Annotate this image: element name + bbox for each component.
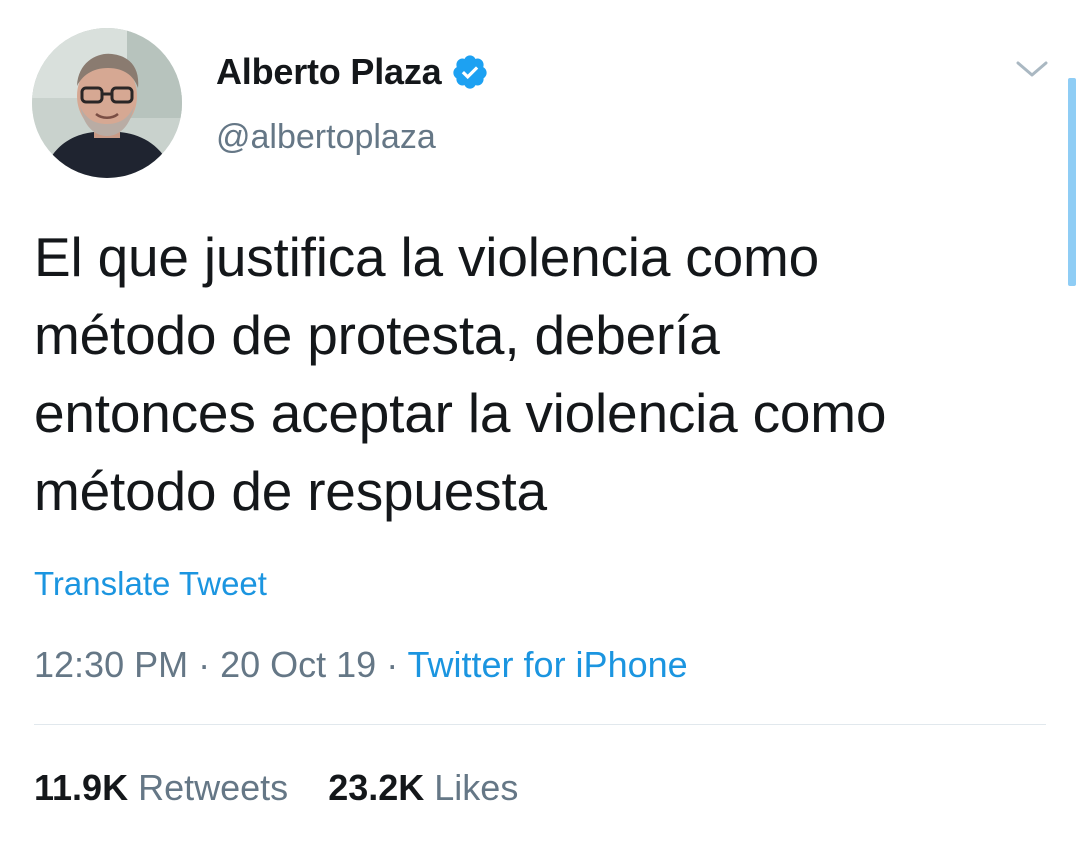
tweet-stats: 11.9K Retweets 23.2K Likes [34, 767, 518, 809]
retweets-count: 11.9K [34, 767, 129, 808]
meta-separator: · [188, 644, 221, 685]
author-handle[interactable]: @albertoplaza [216, 118, 436, 157]
avatar-image [32, 28, 182, 178]
tweet-text-line: El que justifica la violencia como [34, 226, 819, 288]
retweets-label: Retweets [138, 767, 289, 808]
tweet-text: El que justifica la violencia como métod… [34, 218, 1034, 530]
tweet-date: 20 Oct 19 [220, 644, 377, 685]
likes-count: 23.2K [328, 767, 425, 808]
likes-stat[interactable]: 23.2K Likes [328, 767, 518, 809]
translate-tweet-link[interactable]: Translate Tweet [34, 565, 267, 603]
author-name-row[interactable]: Alberto Plaza [216, 50, 489, 94]
scrollbar-thumb[interactable] [1068, 78, 1076, 286]
author-display-name[interactable]: Alberto Plaza [216, 51, 442, 93]
divider [34, 724, 1046, 725]
retweets-stat[interactable]: 11.9K Retweets [34, 767, 288, 809]
tweet-text-line: método de protesta, debería [34, 304, 720, 366]
verified-badge-icon [451, 53, 489, 91]
tweet-text-line: método de respuesta [34, 460, 547, 522]
tweet-time: 12:30 PM [34, 644, 189, 685]
likes-label: Likes [434, 767, 519, 808]
tweet-text-line: entonces aceptar la violencia como [34, 382, 887, 444]
chevron-down-icon[interactable] [1012, 54, 1052, 84]
tweet-meta: 12:30 PM · 20 Oct 19 · Twitter for iPhon… [34, 644, 688, 686]
tweet-source-link[interactable]: Twitter for iPhone [408, 644, 688, 685]
meta-separator: · [376, 644, 408, 685]
avatar[interactable] [32, 28, 182, 178]
